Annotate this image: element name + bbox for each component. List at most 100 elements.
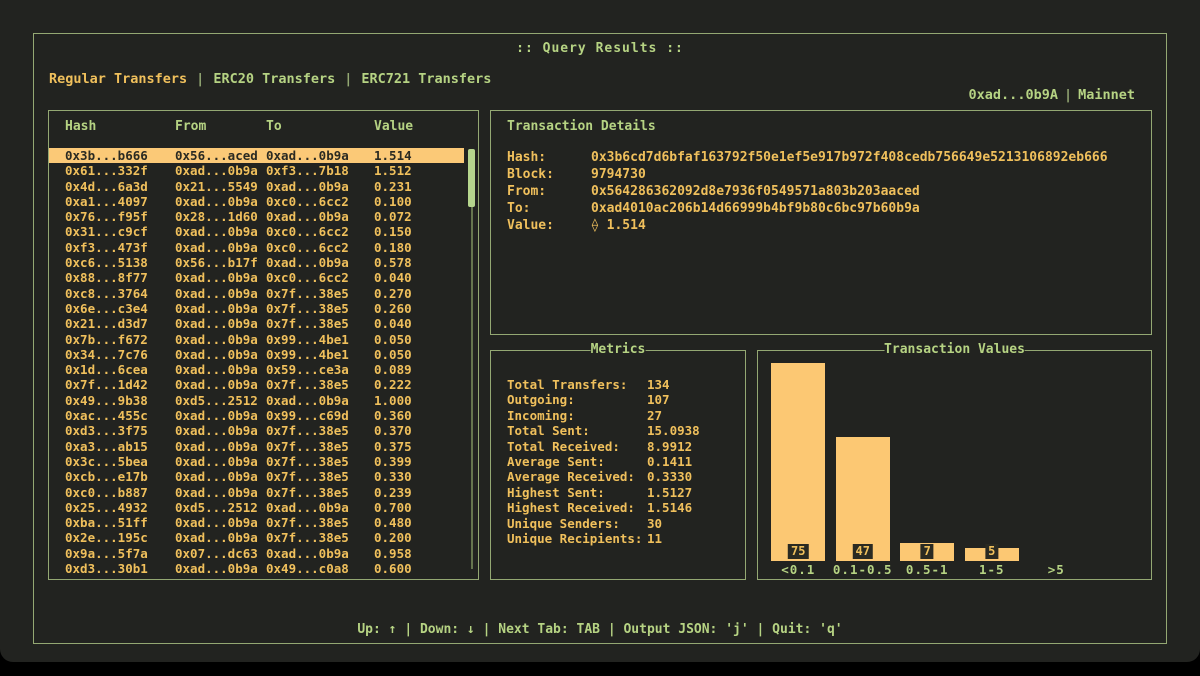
- detail-label: Hash:: [507, 149, 591, 166]
- cell-to: 0xc0...6cc2: [266, 194, 374, 209]
- table-row[interactable]: 0x9a...5f7a0x07...dc630xad...0b9a0.958: [49, 546, 464, 561]
- table-row[interactable]: 0xd3...3f750xad...0b9a0x7f...38e50.370: [49, 423, 464, 438]
- table-row[interactable]: 0xf3...473f0xad...0b9a0xc0...6cc20.180: [49, 240, 464, 255]
- cell-from: 0xad...0b9a: [175, 469, 266, 484]
- table-row[interactable]: 0xa1...40970xad...0b9a0xc0...6cc20.100: [49, 194, 464, 209]
- table-row[interactable]: 0x6e...c3e40xad...0b9a0x7f...38e50.260: [49, 301, 464, 316]
- histogram-slot: 75: [766, 351, 831, 561]
- cell-value: 0.360: [374, 408, 464, 423]
- metric-row: Total Transfers:134: [507, 377, 737, 392]
- metric-value: 15.0938: [647, 423, 700, 438]
- cell-hash: 0xc6...5138: [65, 255, 175, 270]
- metric-row: Unique Senders:30: [507, 516, 737, 531]
- metric-value: 27: [647, 408, 662, 423]
- cell-from: 0xad...0b9a: [175, 270, 266, 285]
- metric-value: 0.1411: [647, 454, 692, 469]
- table-row[interactable]: 0x25...49320xd5...25120xad...0b9a0.700: [49, 500, 464, 515]
- cell-value: 0.100: [374, 194, 464, 209]
- cell-value: 0.180: [374, 240, 464, 255]
- detail-row: Block:9794730: [507, 166, 1141, 183]
- histogram-bar: [771, 363, 825, 561]
- cell-hash: 0x49...9b38: [65, 393, 175, 408]
- transaction-details-panel: Transaction Details Hash:0x3b6cd7d6bfaf1…: [490, 110, 1152, 335]
- table-row[interactable]: 0x31...c9cf0xad...0b9a0xc0...6cc20.150: [49, 224, 464, 239]
- table-row[interactable]: 0x3c...5bea0xad...0b9a0x7f...38e50.399: [49, 454, 464, 469]
- cell-hash: 0xba...51ff: [65, 515, 175, 530]
- cell-hash: 0xc0...b887: [65, 485, 175, 500]
- cell-value: 1.512: [374, 163, 464, 178]
- table-body: 0x3b...b6660x56...aced0xad...0b9a1.5140x…: [49, 148, 478, 576]
- table-row[interactable]: 0xa3...ab150xad...0b9a0x7f...38e50.375: [49, 439, 464, 454]
- metric-label: Outgoing:: [507, 392, 647, 407]
- histogram-slot: 7: [895, 351, 960, 561]
- metric-row: Total Sent:15.0938: [507, 423, 737, 438]
- table-row[interactable]: 0x88...8f770xad...0b9a0xc0...6cc20.040: [49, 270, 464, 285]
- scrollbar-thumb[interactable]: [468, 149, 475, 207]
- cell-from: 0xad...0b9a: [175, 439, 266, 454]
- table-row[interactable]: 0xac...455c0xad...0b9a0x99...c69d0.360: [49, 408, 464, 423]
- cell-hash: 0x6e...c3e4: [65, 301, 175, 316]
- cell-to: 0x99...c69d: [266, 408, 374, 423]
- cell-value: 0.089: [374, 362, 464, 377]
- cell-from: 0xd5...2512: [175, 393, 266, 408]
- cell-from: 0xad...0b9a: [175, 408, 266, 423]
- table-row[interactable]: 0x4d...6a3d0x21...55490xad...0b9a0.231: [49, 179, 464, 194]
- bar-value-label: 5: [985, 544, 998, 559]
- metric-row: Highest Sent:1.5127: [507, 485, 737, 500]
- table-row[interactable]: 0x76...f95f0x28...1d600xad...0b9a0.072: [49, 209, 464, 224]
- metric-row: Incoming:27: [507, 408, 737, 423]
- table-row[interactable]: 0x61...332f0xad...0b9a0xf3...7b181.512: [49, 163, 464, 178]
- tab-separator: |: [335, 71, 361, 87]
- table-row[interactable]: 0x1d...6cea0xad...0b9a0x59...ce3a0.089: [49, 362, 464, 377]
- cell-from: 0xad...0b9a: [175, 515, 266, 530]
- table-row[interactable]: 0xc8...37640xad...0b9a0x7f...38e50.270: [49, 286, 464, 301]
- table-row[interactable]: 0x7b...f6720xad...0b9a0x99...4be10.050: [49, 332, 464, 347]
- cell-hash: 0x2e...195c: [65, 530, 175, 545]
- cell-to: 0x99...4be1: [266, 347, 374, 362]
- cell-value: 0.072: [374, 209, 464, 224]
- cell-hash: 0x7b...f672: [65, 332, 175, 347]
- cell-to: 0x7f...38e5: [266, 316, 374, 331]
- cell-to: 0x7f...38e5: [266, 469, 374, 484]
- column-header-value: Value: [374, 119, 478, 134]
- tab-erc20-transfers[interactable]: ERC20 Transfers: [213, 71, 335, 87]
- tab-regular-transfers[interactable]: Regular Transfers: [49, 71, 187, 87]
- metric-label: Unique Recipients:: [507, 531, 647, 546]
- cell-to: 0xad...0b9a: [266, 500, 374, 515]
- table-row[interactable]: 0x21...d3d70xad...0b9a0x7f...38e50.040: [49, 316, 464, 331]
- metric-label: Total Sent:: [507, 423, 647, 438]
- cell-value: 0.480: [374, 515, 464, 530]
- cell-value: 0.700: [374, 500, 464, 515]
- x-axis-label: 1-5: [960, 562, 1025, 577]
- metrics-title: Metrics: [591, 342, 646, 358]
- table-row[interactable]: 0x34...7c760xad...0b9a0x99...4be10.050: [49, 347, 464, 362]
- table-row[interactable]: 0xcb...e17b0xad...0b9a0x7f...38e50.330: [49, 469, 464, 484]
- account-separator: |: [1058, 87, 1078, 103]
- account-address: 0xad...0b9A: [969, 87, 1058, 103]
- metric-label: Average Received:: [507, 469, 647, 484]
- table-row[interactable]: 0xc6...51380x56...b17f0xad...0b9a0.578: [49, 255, 464, 270]
- table-row[interactable]: 0x7f...1d420xad...0b9a0x7f...38e50.222: [49, 377, 464, 392]
- table-row[interactable]: 0x49...9b380xd5...25120xad...0b9a1.000: [49, 393, 464, 408]
- cell-hash: 0xd3...3f75: [65, 423, 175, 438]
- table-row[interactable]: 0xc0...b8870xad...0b9a0x7f...38e50.239: [49, 485, 464, 500]
- detail-value: 9794730: [591, 166, 646, 183]
- cell-from: 0xad...0b9a: [175, 194, 266, 209]
- table-scrollbar[interactable]: [468, 149, 475, 569]
- cell-hash: 0xf3...473f: [65, 240, 175, 255]
- table-row[interactable]: 0x3b...b6660x56...aced0xad...0b9a1.514: [49, 148, 464, 163]
- detail-label: Value:: [507, 217, 591, 234]
- cell-from: 0xad...0b9a: [175, 561, 266, 576]
- table-row[interactable]: 0xd3...30b10xad...0b9a0x49...c0a80.600: [49, 561, 464, 576]
- table-row[interactable]: 0x2e...195c0xad...0b9a0x7f...38e50.200: [49, 530, 464, 545]
- cell-hash: 0xa3...ab15: [65, 439, 175, 454]
- metric-value: 30: [647, 516, 662, 531]
- bar-value-label: 47: [853, 544, 873, 559]
- cell-to: 0x7f...38e5: [266, 530, 374, 545]
- metric-label: Total Received:: [507, 439, 647, 454]
- cell-value: 0.200: [374, 530, 464, 545]
- table-row[interactable]: 0xba...51ff0xad...0b9a0x7f...38e50.480: [49, 515, 464, 530]
- terminal-window: :: Query Results :: Regular Transfers|ER…: [0, 0, 1200, 662]
- tab-erc721-transfers[interactable]: ERC721 Transfers: [361, 71, 491, 87]
- metric-label: Total Transfers:: [507, 377, 647, 392]
